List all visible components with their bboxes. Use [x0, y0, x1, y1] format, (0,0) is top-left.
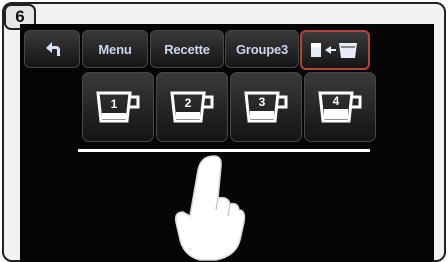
touch-screen: Menu Recette Groupe3 1 2 3 4	[20, 24, 434, 262]
tab-menu[interactable]: Menu	[82, 30, 148, 68]
back-button[interactable]	[24, 30, 80, 68]
cup-size-3-button[interactable]: 3	[230, 72, 302, 142]
cup-2-label: 2	[185, 96, 192, 110]
cup-4-label: 4	[333, 94, 340, 108]
cup-3-label: 3	[259, 95, 266, 109]
cup-3-icon: 3	[244, 91, 288, 123]
tab-groupe3[interactable]: Groupe3	[225, 30, 299, 68]
tab-recette-label: Recette	[164, 41, 210, 57]
back-arrow-icon	[46, 42, 60, 56]
swap-container-icon	[311, 43, 357, 58]
cup-1-label: 1	[111, 97, 118, 111]
cup-1-icon: 1	[96, 91, 140, 123]
cup-size-2-button[interactable]: 2	[156, 72, 228, 142]
cup-2-icon: 2	[170, 91, 214, 123]
pointing-hand-icon	[174, 155, 246, 261]
swap-container-button[interactable]	[300, 30, 370, 70]
cup-size-1-button[interactable]: 1	[82, 72, 154, 142]
cup-size-4-button[interactable]: 4	[304, 72, 376, 142]
tab-groupe3-label: Groupe3	[235, 41, 289, 57]
tab-recette[interactable]: Recette	[150, 30, 224, 68]
tab-menu-label: Menu	[98, 41, 132, 57]
cup-4-icon: 4	[318, 91, 362, 123]
